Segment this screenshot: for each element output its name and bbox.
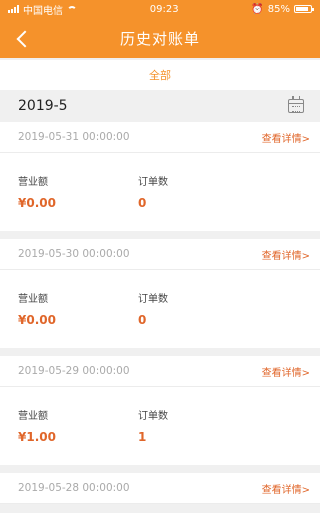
orders-label: 订单数 xyxy=(138,177,168,188)
revenue-value: ¥1.00 xyxy=(18,430,56,444)
filter-all[interactable]: 全部 xyxy=(0,60,320,90)
record-header: 2019-05-28 00:00:00 查看详情> xyxy=(0,473,320,504)
revenue-stat: 营业额 ¥1.00 xyxy=(18,387,138,465)
carrier-label: 中国电信 xyxy=(23,5,63,17)
record-card: 2019-05-31 00:00:00 查看详情> 营业额 ¥0.00 订单数 … xyxy=(0,122,320,231)
record-card: 2019-05-30 00:00:00 查看详情> 营业额 ¥0.00 订单数 … xyxy=(0,239,320,348)
record-body: 营业额 ¥0.00 订单数 0 xyxy=(0,153,320,231)
nav-bar: 历史对账单 xyxy=(0,18,320,58)
status-time: 09:23 xyxy=(149,3,179,15)
record-body: 营业额 ¥1.00 订单数 1 xyxy=(0,387,320,465)
orders-label: 订单数 xyxy=(138,294,168,305)
revenue-label: 营业额 xyxy=(18,411,48,422)
view-details-link[interactable]: 查看详情> xyxy=(262,247,310,262)
revenue-label: 营业额 xyxy=(18,294,48,305)
month-label: 2019-5 xyxy=(18,98,68,114)
record-header: 2019-05-30 00:00:00 查看详情> xyxy=(0,239,320,270)
record-date: 2019-05-28 00:00:00 xyxy=(18,482,130,494)
record-date: 2019-05-30 00:00:00 xyxy=(18,248,130,260)
record-header: 2019-05-29 00:00:00 查看详情> xyxy=(0,356,320,387)
back-icon[interactable] xyxy=(14,28,34,48)
orders-stat: 订单数 0 xyxy=(138,153,258,231)
record-list: 2019-05-31 00:00:00 查看详情> 营业额 ¥0.00 订单数 … xyxy=(0,122,320,504)
month-bar: 2019-5 xyxy=(0,90,320,122)
wifi-icon xyxy=(67,5,77,13)
record-card: 2019-05-28 00:00:00 查看详情> xyxy=(0,473,320,504)
revenue-label: 营业额 xyxy=(18,177,48,188)
orders-stat: 订单数 1 xyxy=(138,387,258,465)
orders-value: 1 xyxy=(138,430,147,444)
orders-label: 订单数 xyxy=(138,411,168,422)
record-header: 2019-05-31 00:00:00 查看详情> xyxy=(0,122,320,153)
alarm-icon: ⏰ xyxy=(251,3,264,15)
record-card: 2019-05-29 00:00:00 查看详情> 营业额 ¥1.00 订单数 … xyxy=(0,356,320,465)
revenue-value: ¥0.00 xyxy=(18,313,56,327)
battery-percent: 85% xyxy=(267,3,290,15)
orders-value: 0 xyxy=(138,196,147,210)
record-body: 营业额 ¥0.00 订单数 0 xyxy=(0,270,320,348)
record-date: 2019-05-29 00:00:00 xyxy=(18,365,130,377)
revenue-value: ¥0.00 xyxy=(18,196,56,210)
revenue-stat: 营业额 ¥0.00 xyxy=(18,270,138,348)
revenue-stat: 营业额 ¥0.00 xyxy=(18,153,138,231)
status-bar: 中国电信 09:23 ⏰ 85% xyxy=(0,0,320,18)
top-bar: 中国电信 09:23 ⏰ 85% 历史对账单 xyxy=(0,0,320,58)
battery-icon xyxy=(293,5,314,13)
record-date: 2019-05-31 00:00:00 xyxy=(18,131,130,143)
status-right: ⏰ 85% xyxy=(251,3,314,15)
orders-stat: 订单数 0 xyxy=(138,270,258,348)
calendar-icon[interactable] xyxy=(288,96,304,113)
page-title: 历史对账单 xyxy=(119,29,200,48)
signal-icon xyxy=(8,5,19,13)
view-details-link[interactable]: 查看详情> xyxy=(262,364,310,379)
orders-value: 0 xyxy=(138,313,147,327)
view-details-link[interactable]: 查看详情> xyxy=(262,481,310,496)
status-left: 中国电信 xyxy=(8,2,77,17)
view-details-link[interactable]: 查看详情> xyxy=(262,130,310,145)
